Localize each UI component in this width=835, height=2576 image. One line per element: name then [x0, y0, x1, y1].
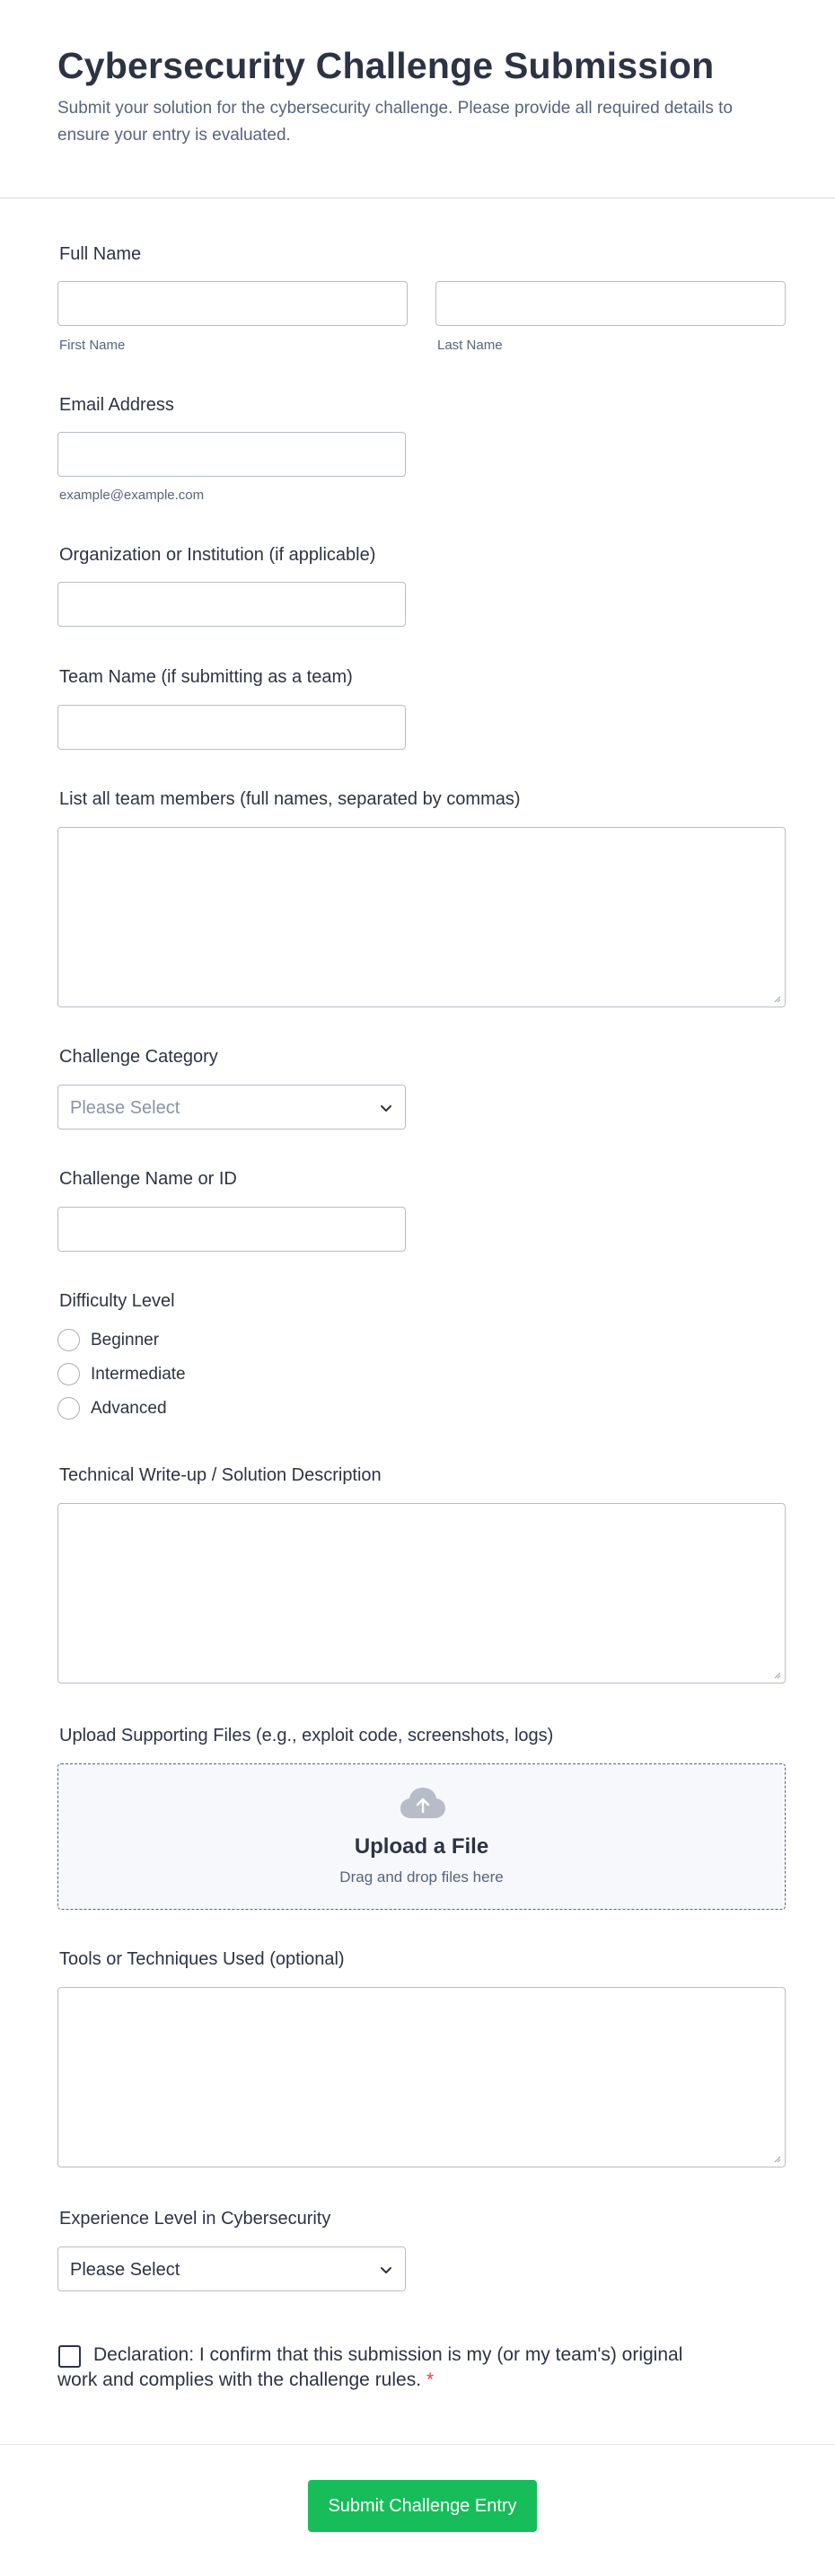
tools-label: Tools or Techniques Used (optional)	[59, 1949, 345, 1969]
upload-label: Upload Supporting Files (e.g., exploit c…	[59, 1726, 554, 1745]
first-name-input[interactable]	[57, 281, 408, 326]
team-name-input[interactable]	[57, 705, 406, 750]
team-name-label: Team Name (if submitting as a team)	[59, 667, 353, 687]
experience-selected-value: Please Select	[70, 2260, 180, 2280]
declaration-text: Declaration: I confirm that this submiss…	[57, 2343, 704, 2393]
experience-select[interactable]: Please Select	[57, 2246, 406, 2291]
radio-label: Advanced	[91, 1399, 167, 1418]
tools-textarea[interactable]	[57, 1987, 786, 2167]
declaration-label: Declaration: I confirm that this submiss…	[57, 2344, 683, 2390]
team-members-textarea[interactable]	[57, 827, 786, 1007]
challenge-category-label: Challenge Category	[59, 1047, 218, 1067]
team-members-label: List all team members (full names, separ…	[59, 789, 521, 809]
email-sublabel: example@example.com	[59, 488, 205, 503]
cloud-upload-icon	[400, 1788, 445, 1818]
footer-divider	[0, 2444, 835, 2445]
resize-handle-icon[interactable]	[772, 2154, 781, 2163]
file-upload-dropzone[interactable]: Upload a File Drag and drop files here	[57, 1763, 786, 1910]
full-name-label: Full Name	[59, 244, 142, 264]
chevron-down-icon	[381, 1105, 391, 1112]
last-name-sublabel: Last Name	[437, 338, 503, 353]
form-header: Cybersecurity Challenge Submission Submi…	[0, 0, 835, 198]
form-title: Cybersecurity Challenge Submission	[57, 45, 715, 86]
radio-label: Beginner	[91, 1331, 160, 1350]
radio-button[interactable]	[57, 1397, 80, 1420]
first-name-sublabel: First Name	[59, 338, 126, 353]
organization-input[interactable]	[57, 582, 406, 627]
last-name-input[interactable]	[435, 281, 786, 326]
challenge-category-placeholder: Please Select	[70, 1098, 180, 1118]
email-input[interactable]	[57, 432, 406, 477]
form-subtitle: Submit your solution for the cybersecuri…	[57, 99, 733, 145]
upload-subtitle: Drag and drop files here	[339, 1868, 504, 1886]
challenge-name-label: Challenge Name or ID	[59, 1169, 237, 1189]
writeup-label: Technical Write-up / Solution Descriptio…	[59, 1465, 382, 1485]
experience-label: Experience Level in Cybersecurity	[59, 2209, 331, 2229]
resize-handle-icon[interactable]	[772, 994, 781, 1003]
radio-button[interactable]	[57, 1363, 80, 1385]
organization-label: Organization or Institution (if applicab…	[59, 545, 376, 565]
radio-label: Intermediate	[91, 1365, 186, 1384]
challenge-name-input[interactable]	[57, 1207, 406, 1252]
chevron-down-icon	[381, 2267, 391, 2273]
challenge-category-select[interactable]: Please Select	[57, 1085, 406, 1130]
difficulty-label: Difficulty Level	[59, 1291, 175, 1311]
upload-title: Upload a File	[354, 1834, 489, 1859]
resize-handle-icon[interactable]	[772, 1670, 781, 1679]
submit-button[interactable]: Submit Challenge Entry	[308, 2480, 537, 2532]
email-label: Email Address	[59, 395, 174, 415]
required-asterisk: *	[426, 2369, 435, 2390]
writeup-textarea[interactable]	[57, 1503, 786, 1684]
radio-button[interactable]	[57, 1329, 80, 1351]
